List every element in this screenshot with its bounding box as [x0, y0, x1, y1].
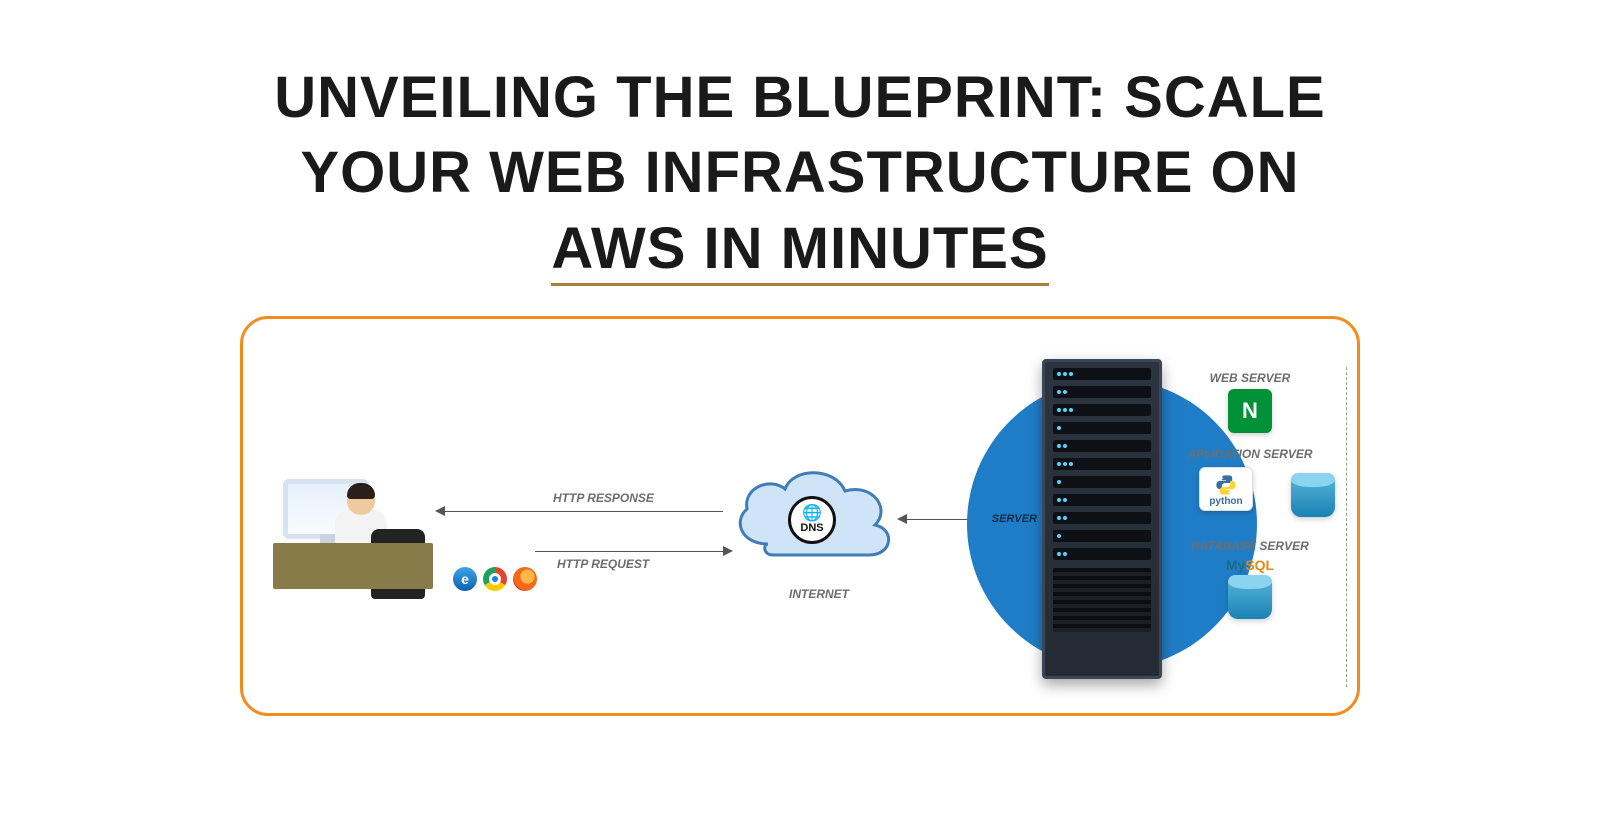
mysql-my: My — [1226, 557, 1245, 573]
browser-icons-group — [453, 567, 537, 591]
internet-label: INTERNET — [789, 587, 849, 601]
ie-icon — [453, 567, 477, 591]
title-line-2: YOUR WEB INFRASTRUCTURE ON — [300, 140, 1299, 205]
mysql-database-icon — [1228, 575, 1272, 619]
http-response-arrowhead-icon — [435, 506, 445, 516]
python-label: python — [1209, 496, 1242, 507]
rack-vent-icon — [1053, 568, 1151, 632]
nginx-icon — [1228, 389, 1272, 433]
server-stack-column: WEB SERVER APLICATION SERVER python DATA… — [1165, 371, 1335, 619]
app-server-group: python — [1165, 465, 1335, 525]
mysql-group: MySQL — [1165, 557, 1335, 619]
globe-icon: 🌐 — [802, 506, 822, 522]
page-title: UNVEILING THE BLUEPRINT: SCALE YOUR WEB … — [0, 0, 1600, 296]
title-line-1: UNVEILING THE BLUEPRINT: SCALE — [274, 65, 1326, 130]
http-request-arrow — [535, 551, 725, 552]
http-response-arrow — [443, 511, 723, 512]
python-icon: python — [1199, 467, 1253, 511]
database-server-label: DATABASE SERVER — [1165, 539, 1335, 553]
client-user-illustration — [273, 459, 433, 589]
person-hair-icon — [347, 483, 375, 499]
http-request-label: HTTP REQUEST — [557, 557, 649, 571]
application-server-label: APLICATION SERVER — [1165, 447, 1335, 461]
web-server-label: WEB SERVER — [1165, 371, 1335, 385]
dns-label: DNS — [800, 522, 823, 534]
architecture-diagram: HTTP RESPONSE HTTP REQUEST 🌐 DNS INTERNE… — [240, 316, 1360, 716]
cloud-server-arrowhead-left-icon — [897, 514, 907, 524]
mysql-logo-text: MySQL — [1226, 557, 1274, 573]
mysql-sql: SQL — [1245, 557, 1274, 573]
server-rack-icon — [1042, 359, 1162, 679]
dns-badge: 🌐 DNS — [788, 496, 836, 544]
app-database-icon — [1291, 473, 1335, 517]
firefox-icon — [513, 567, 537, 591]
server-label: SERVER — [992, 513, 1037, 525]
chrome-icon — [483, 567, 507, 591]
desk-icon — [273, 543, 433, 589]
stack-separator — [1346, 367, 1347, 687]
http-response-label: HTTP RESPONSE — [553, 491, 654, 505]
title-highlight: AWS IN MINUTES — [551, 216, 1048, 286]
